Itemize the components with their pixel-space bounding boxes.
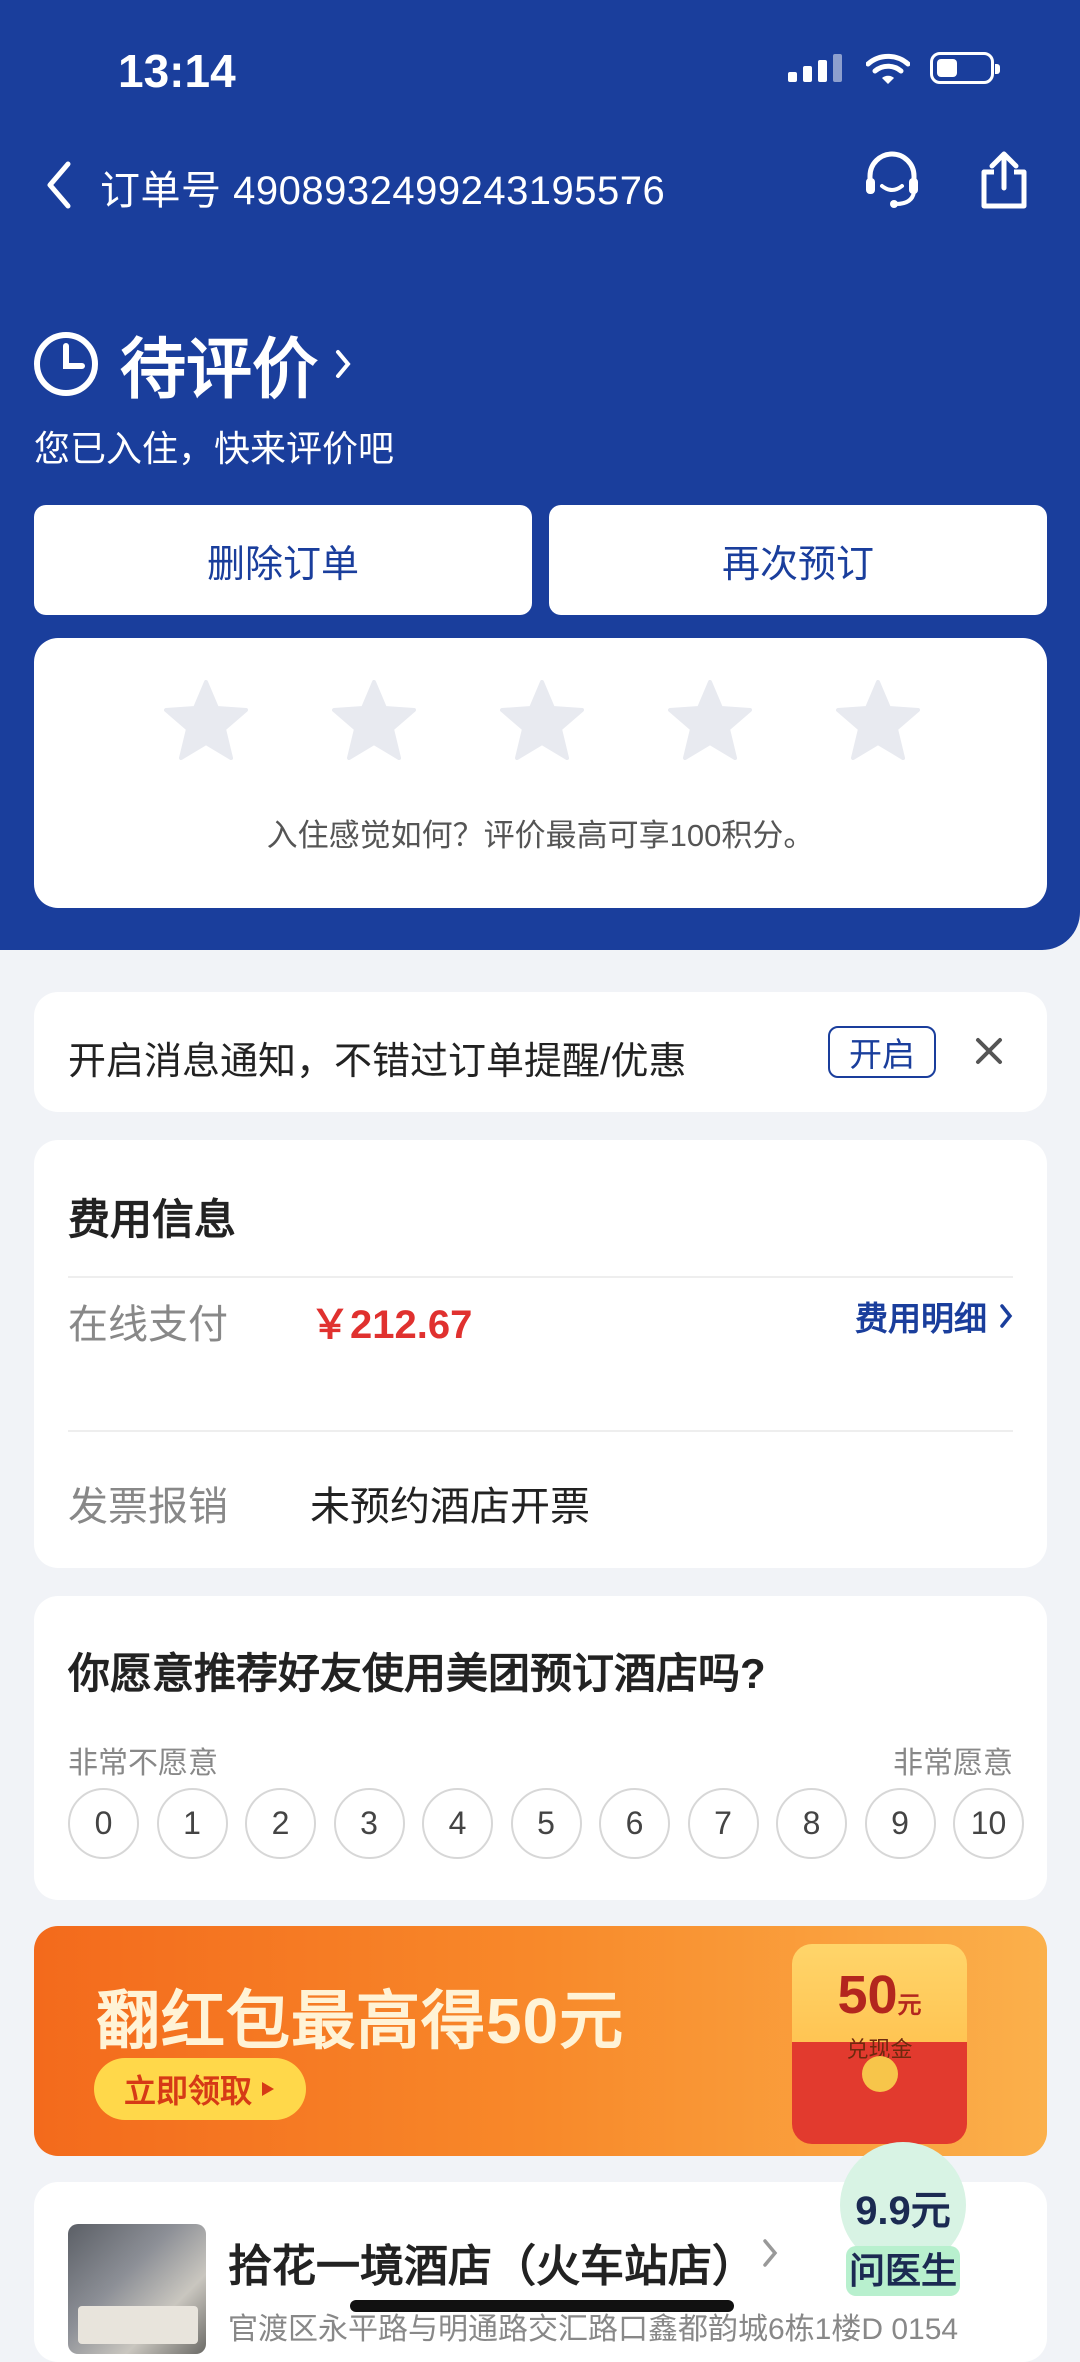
notification-text: 开启消息通知，不错过订单提醒/优惠 xyxy=(68,1041,687,1083)
nps-option[interactable]: 3 xyxy=(333,1788,405,1859)
rating-card: 入住感觉如何？评价最高可享100积分。 xyxy=(34,638,1047,908)
back-arrow-icon[interactable] xyxy=(44,160,74,210)
wifi-icon xyxy=(866,53,910,84)
coin-icon xyxy=(862,2056,898,2092)
nps-option[interactable]: 9 xyxy=(864,1788,936,1859)
nps-option[interactable]: 4 xyxy=(422,1788,493,1859)
close-icon[interactable] xyxy=(972,1034,1006,1068)
nps-question: 你愿意推荐好友使用美团预订酒店吗? xyxy=(68,1650,766,1697)
nps-low-label: 非常不愿意 xyxy=(68,1747,218,1780)
star-icon[interactable] xyxy=(500,680,584,760)
payment-amount: ￥212.67 xyxy=(310,1303,473,1347)
banner-headline: 翻红包最高得50元 xyxy=(96,1985,625,2057)
notification-card: 开启消息通知，不错过订单提醒/优惠 开启 xyxy=(34,992,1047,1112)
red-envelope-icon: 50元 兑现金 xyxy=(792,1944,967,2144)
battery-icon xyxy=(930,52,1000,84)
star-rating xyxy=(164,680,920,760)
invoice-label: 发票报销 xyxy=(68,1485,228,1529)
envelope-amount: 50 xyxy=(837,1965,898,2025)
invoice-value: 未预约酒店开票 xyxy=(310,1485,590,1529)
claim-label: 立即领取 xyxy=(123,2073,252,2109)
claim-button[interactable]: 立即领取 xyxy=(94,2058,306,2120)
status-time: 13:14 xyxy=(118,45,236,97)
chevron-right-icon xyxy=(336,350,351,378)
nps-option[interactable]: 6 xyxy=(599,1788,670,1859)
nps-scale: 0 1 2 3 4 5 6 7 8 9 10 xyxy=(68,1788,1024,1859)
payment-label: 在线支付 xyxy=(68,1303,228,1347)
signal-icon xyxy=(788,54,842,82)
divider xyxy=(68,1430,1013,1432)
order-number: 订单号 4908932499243195576 xyxy=(100,169,666,213)
rating-prompt: 入住感觉如何？评价最高可享100积分。 xyxy=(266,818,815,853)
status-bar: 13:14 xyxy=(0,0,1080,140)
nps-survey-card: 你愿意推荐好友使用美团预订酒店吗? 非常不愿意 非常愿意 0 1 2 3 4 5… xyxy=(34,1596,1047,1900)
star-icon[interactable] xyxy=(332,680,416,760)
rebook-button[interactable]: 再次预订 xyxy=(549,505,1047,615)
fee-info-card: 费用信息 在线支付 ￥212.67 费用明细 发票报销 未预约酒店开票 xyxy=(34,1140,1047,1568)
nps-option[interactable]: 2 xyxy=(245,1788,316,1859)
fee-detail-label: 费用明细 xyxy=(855,1300,987,1337)
nps-option[interactable]: 1 xyxy=(156,1788,228,1859)
status-subtitle: 您已入住，快来评价吧 xyxy=(34,428,395,469)
top-nav: 订单号 4908932499243195576 xyxy=(0,150,1080,220)
envelope-unit: 元 xyxy=(897,1992,922,2019)
nps-high-label: 非常愿意 xyxy=(893,1747,1013,1780)
hotel-thumbnail xyxy=(68,2224,206,2354)
play-triangle-icon xyxy=(262,2082,274,2096)
chevron-right-icon xyxy=(763,2239,778,2267)
share-icon[interactable] xyxy=(978,150,1030,210)
chevron-right-icon xyxy=(1000,1304,1013,1328)
float-ad-price: 9.9元 xyxy=(855,2189,951,2233)
delete-order-button[interactable]: 删除订单 xyxy=(34,505,532,615)
nps-option[interactable]: 5 xyxy=(510,1788,582,1859)
order-status[interactable]: 待评价 xyxy=(32,316,352,412)
ask-doctor-float-ad[interactable]: 9.9元 问医生 xyxy=(836,2142,970,2296)
star-icon[interactable] xyxy=(836,680,920,760)
home-indicator[interactable] xyxy=(350,2300,734,2312)
red-packet-banner[interactable]: 翻红包最高得50元 立即领取 50元 兑现金 xyxy=(34,1926,1047,2156)
hotel-name: 拾花一境酒店（火车站店） xyxy=(228,2242,756,2291)
float-ad-label: 问医生 xyxy=(846,2246,960,2296)
clock-icon xyxy=(34,332,98,396)
divider xyxy=(68,1276,1013,1278)
nps-option[interactable]: 10 xyxy=(953,1788,1024,1859)
customer-service-icon[interactable] xyxy=(862,150,922,212)
fee-detail-link[interactable]: 费用明细 xyxy=(855,1292,1013,1340)
status-title: 待评价 xyxy=(120,332,318,406)
fee-title: 费用信息 xyxy=(68,1196,237,1243)
star-icon[interactable] xyxy=(164,680,248,760)
nps-option[interactable]: 0 xyxy=(68,1788,139,1859)
nps-option[interactable]: 7 xyxy=(687,1788,759,1859)
enable-notification-button[interactable]: 开启 xyxy=(828,1026,936,1078)
star-icon[interactable] xyxy=(668,680,752,760)
nps-option[interactable]: 8 xyxy=(776,1788,847,1859)
